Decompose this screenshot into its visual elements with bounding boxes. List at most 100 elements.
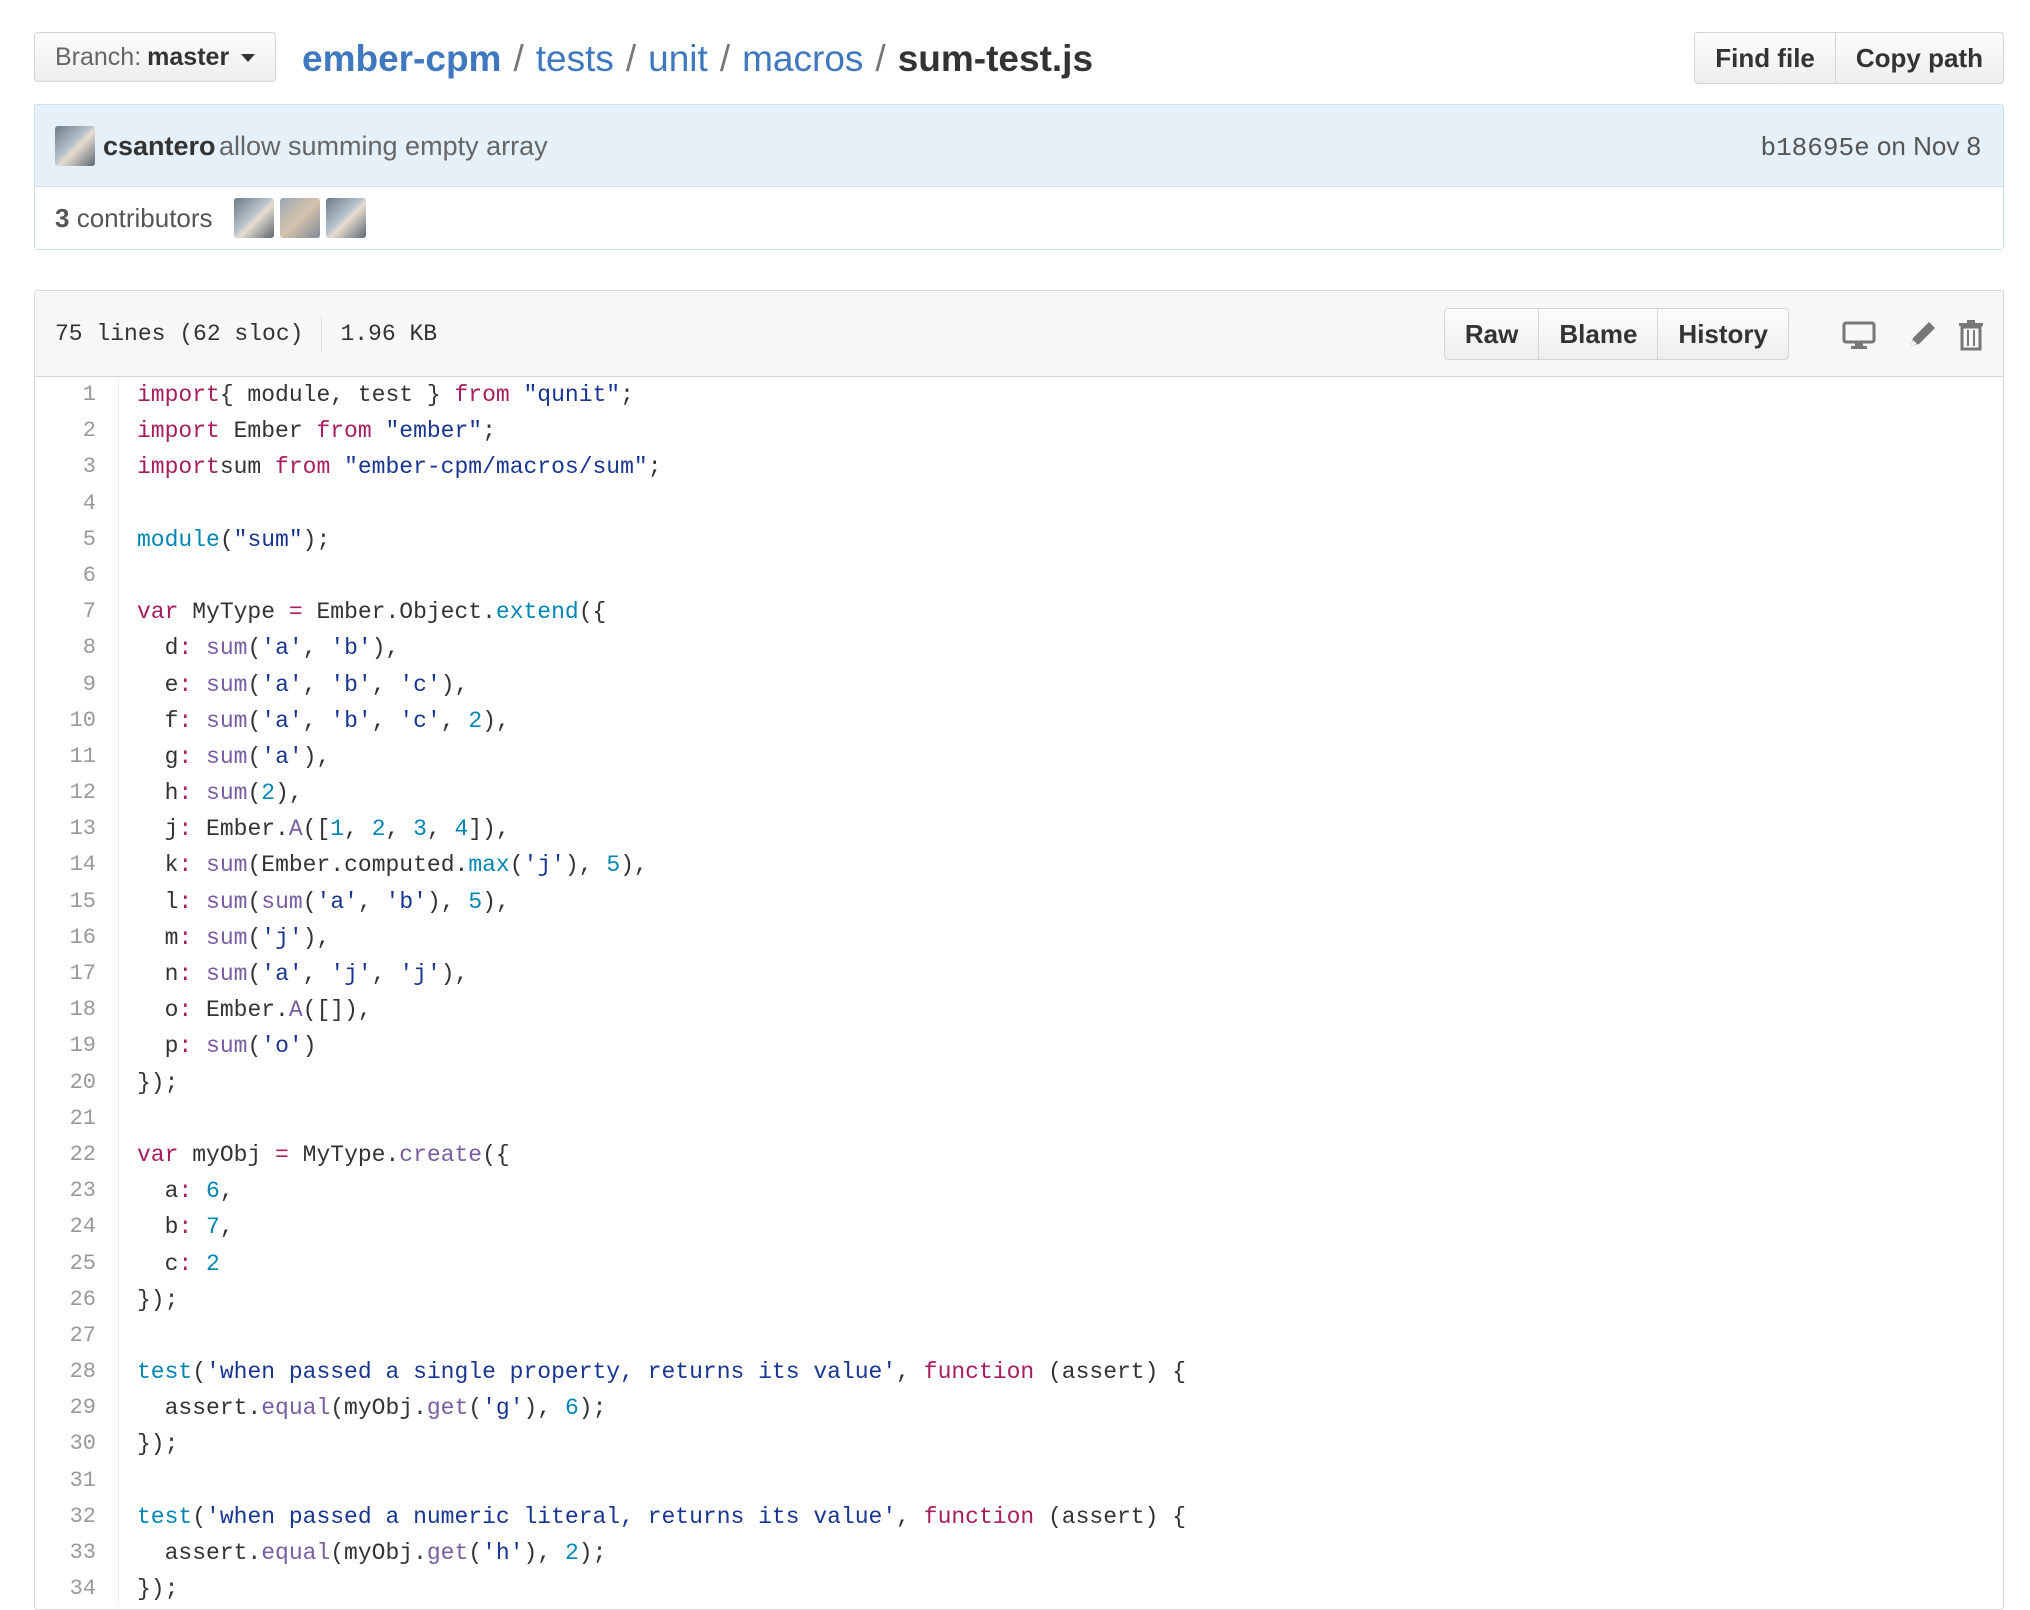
line-content [119, 486, 137, 522]
breadcrumb-separator: / [625, 38, 637, 79]
commit-tease: csantero allow summing empty array b1869… [34, 104, 2004, 250]
line-number[interactable]: 33 [35, 1535, 119, 1572]
avatar[interactable] [55, 126, 95, 166]
line-number[interactable]: 1 [35, 377, 119, 414]
line-number[interactable]: 26 [35, 1281, 119, 1318]
line-content: n: sum('a', 'j', 'j'), [137, 961, 469, 987]
line-number[interactable]: 12 [35, 775, 119, 812]
avatar[interactable] [280, 198, 320, 238]
line-content: var MyType = Ember.Object.extend({ [137, 599, 607, 626]
line-content: f: sum('a', 'b', 'c', 2), [137, 707, 510, 734]
commit-author-link[interactable]: csantero [103, 105, 216, 187]
branch-label: Branch: [55, 43, 142, 71]
line-number[interactable]: 13 [35, 811, 119, 848]
line-number[interactable]: 17 [35, 956, 119, 993]
contributors-link[interactable]: 3 contributors [55, 187, 213, 249]
code-line: 28 test('when passed a single property, r… [35, 1354, 2003, 1391]
line-number[interactable]: 34 [35, 1571, 119, 1608]
breadcrumb-repo-link[interactable]: ember-cpm [302, 38, 501, 79]
pencil-icon[interactable] [1905, 316, 1941, 352]
line-number[interactable]: 4 [35, 485, 119, 522]
code-line: 19 p: sum('o') [35, 1028, 2003, 1065]
line-number[interactable]: 30 [35, 1426, 119, 1463]
line-content [119, 1101, 137, 1137]
breadcrumb-link-unit[interactable]: unit [648, 38, 708, 79]
find-file-button[interactable]: Find file [1695, 33, 1835, 83]
code-line: 13 j: Ember.A([1, 2, 3, 4]), [35, 811, 2003, 848]
raw-button[interactable]: Raw [1445, 309, 1538, 359]
line-content: var myObj = MyType.create({ [137, 1141, 510, 1168]
code-line: 24 b: 7, [35, 1209, 2003, 1246]
avatar[interactable] [326, 198, 366, 238]
contributors-count: 3 [55, 203, 70, 233]
history-button[interactable]: History [1657, 309, 1788, 359]
copy-path-button[interactable]: Copy path [1834, 33, 2003, 83]
line-number[interactable]: 18 [35, 992, 119, 1029]
line-content: h: sum(2), [137, 780, 303, 807]
line-number[interactable]: 6 [35, 557, 119, 595]
line-content: d: sum('a', 'b'), [137, 635, 400, 662]
latest-commit-row: csantero allow summing empty array b1869… [35, 105, 2003, 187]
line-content: l: sum(sum('a', 'b'), 5), [137, 888, 510, 915]
line-number[interactable]: 8 [35, 630, 119, 667]
file-size: 1.96 KB [340, 321, 438, 347]
line-number[interactable]: 11 [35, 738, 119, 776]
code-line: 30}); [35, 1426, 2003, 1463]
line-number[interactable]: 2 [35, 413, 119, 450]
line-content: }); [137, 1286, 179, 1313]
line-number[interactable]: 14 [35, 847, 119, 884]
line-number[interactable]: 28 [35, 1354, 119, 1391]
chevron-down-icon [241, 54, 256, 62]
breadcrumb-separator: / [875, 38, 886, 79]
line-content: }); [137, 1576, 179, 1603]
contributors-label: contributors [76, 203, 213, 233]
file-info: 75 lines (62 sloc) 1.96 KB [55, 291, 437, 377]
trash-icon[interactable] [1953, 316, 1989, 352]
line-content: m: sum('j'), [137, 924, 331, 951]
line-content: importsum from "ember-cpm/macros/sum"; [137, 454, 662, 481]
line-number[interactable]: 19 [35, 1028, 119, 1065]
breadcrumb-link-macros[interactable]: macros [742, 38, 863, 79]
line-number[interactable]: 25 [35, 1245, 119, 1282]
line-number[interactable]: 29 [35, 1390, 119, 1427]
line-number[interactable]: 7 [35, 594, 119, 631]
file-actions-button-group: Raw Blame History [1443, 308, 1789, 360]
line-number[interactable]: 9 [35, 666, 119, 703]
commit-message-link[interactable]: allow summing empty array [219, 105, 548, 187]
code-line: 27 [35, 1317, 2003, 1355]
line-number[interactable]: 32 [35, 1498, 119, 1535]
code-line: 34}); [35, 1571, 2003, 1608]
line-number[interactable]: 3 [35, 449, 119, 486]
breadcrumb-link-tests[interactable]: tests [536, 38, 614, 79]
blame-button[interactable]: Blame [1538, 309, 1657, 359]
line-number[interactable]: 20 [35, 1064, 119, 1101]
line-number[interactable]: 16 [35, 919, 119, 956]
line-content: k: sum(Ember.computed.max('j'), 5), [137, 852, 648, 879]
code-line: 22 var myObj = MyType.create({ [35, 1136, 2003, 1174]
branch-name: master [147, 43, 230, 71]
code-blob: 1 import{ module, test } from "qunit"; 2 im… [35, 377, 2003, 1608]
code-line: 33 assert.equal(myObj.get('h'), 2); [35, 1535, 2003, 1572]
file-nav-button-group: Find file Copy path [1694, 32, 2004, 84]
code-line: 5 module("sum"); [35, 521, 2003, 558]
avatar[interactable] [234, 198, 274, 238]
line-content: c: 2 [137, 1250, 220, 1277]
line-number[interactable]: 22 [35, 1136, 119, 1174]
desktop-icon[interactable] [1841, 316, 1877, 352]
line-number[interactable]: 31 [35, 1462, 119, 1499]
line-number[interactable]: 27 [35, 1317, 119, 1355]
line-number[interactable]: 15 [35, 883, 119, 920]
line-content: test('when passed a single property, ret… [137, 1359, 1187, 1386]
line-number[interactable]: 24 [35, 1209, 119, 1246]
commit-sha-link[interactable]: b18695e [1760, 133, 1869, 163]
line-number[interactable]: 23 [35, 1173, 119, 1210]
line-number[interactable]: 21 [35, 1100, 119, 1137]
code-line: 2 import Ember from "ember"; [35, 413, 2003, 450]
line-number[interactable]: 10 [35, 702, 119, 739]
line-number[interactable]: 5 [35, 521, 119, 558]
line-content: g: sum('a'), [137, 743, 331, 770]
branch-select-button[interactable]: Branch: master [34, 32, 277, 82]
code-line: 26}); [35, 1281, 2003, 1318]
file-line-count: 75 lines (62 sloc) [55, 321, 304, 347]
code-line: 8 d: sum('a', 'b'), [35, 630, 2003, 667]
